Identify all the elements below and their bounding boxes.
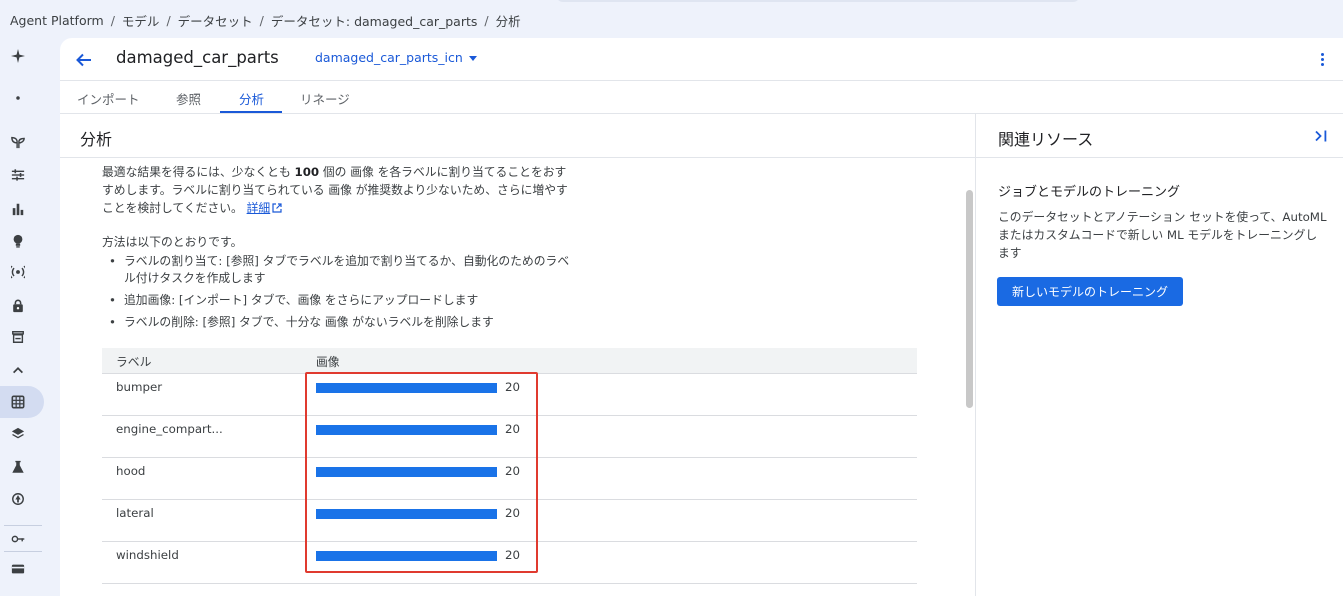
tune-icon[interactable]: [8, 165, 28, 185]
dataset-card: damaged_car_parts damaged_car_parts_icn …: [60, 38, 1343, 596]
table-row: windshield 20: [102, 542, 917, 584]
divider: [60, 157, 975, 158]
annotation-set-value: damaged_car_parts_icn: [315, 50, 463, 65]
breadcrumb-datasets[interactable]: データセット: [178, 11, 253, 30]
card-header: damaged_car_parts damaged_car_parts_icn: [60, 38, 1343, 81]
analysis-intro: 最適な結果を得るには、少なくとも 100 個の 画像 を各ラベルに割り当てること…: [102, 163, 572, 217]
method-item: 追加画像: [インポート] タブで、画像 をさらにアップロードします: [102, 292, 572, 309]
intro-text-1: 最適な結果を得るには、少なくとも: [102, 165, 295, 179]
row-count: 20: [505, 506, 521, 520]
training-description: このデータセットとアノテーション セットを使って、AutoML またはカスタムコ…: [998, 210, 1327, 260]
deploy-icon[interactable]: [8, 489, 28, 509]
learn-more-label: 詳細: [246, 201, 271, 215]
key-icon[interactable]: [8, 529, 28, 549]
count-bar: [316, 509, 497, 519]
row-count: 20: [505, 422, 521, 436]
lightbulb-icon[interactable]: [8, 231, 28, 251]
back-arrow-icon[interactable]: [74, 50, 94, 70]
bar-chart-icon[interactable]: [8, 199, 28, 219]
row-label: engine_compart...: [116, 422, 223, 436]
row-label: bumper: [116, 380, 163, 394]
table-header: ラベル 画像: [102, 348, 917, 374]
table-row: hood 20: [102, 458, 917, 500]
methods-lead: 方法は以下のとおりです。: [102, 235, 243, 249]
dataset-icon[interactable]: [8, 392, 28, 412]
breadcrumb-current: 分析: [495, 13, 521, 29]
left-nav-rail: [0, 40, 44, 596]
storefront-icon[interactable]: [8, 327, 28, 347]
top-search-bar[interactable]: [556, 0, 1080, 2]
breadcrumb-separator: /: [110, 12, 115, 28]
scrollbar[interactable]: [966, 190, 973, 408]
learn-more-link[interactable]: 詳細: [247, 201, 283, 215]
label-stats-table: ラベル 画像 bumper 20 engine_compart... 20 ho…: [102, 348, 917, 584]
tab-bar: インポート 参照 分析 リネージ: [60, 81, 1343, 114]
broadcast-icon[interactable]: [8, 262, 28, 282]
sprout-icon[interactable]: [8, 132, 28, 152]
row-label: hood: [116, 464, 146, 478]
tab-browse[interactable]: 参照: [176, 89, 201, 108]
row-count: 20: [505, 380, 521, 394]
table-row: lateral 20: [102, 500, 917, 542]
breadcrumb-models[interactable]: モデル: [122, 11, 160, 30]
tab-lineage[interactable]: リネージ: [300, 89, 350, 108]
table-row: engine_compart... 20: [102, 416, 917, 458]
column-header-images: 画像: [316, 355, 340, 369]
training-subtitle: ジョブとモデルのトレーニング: [998, 185, 1181, 200]
method-item: ラベルの削除: [参照] タブで、十分な 画像 がないラベルを削除します: [102, 314, 572, 331]
row-count: 20: [505, 548, 521, 562]
breadcrumb-separator: /: [259, 12, 264, 28]
count-bar: [316, 425, 497, 435]
table-row: bumper 20: [102, 374, 917, 416]
train-new-model-button[interactable]: 新しいモデルのトレーニング: [997, 277, 1183, 306]
card-icon[interactable]: [8, 559, 28, 579]
related-resources-title: 関連リソース: [998, 130, 1094, 149]
count-bar: [316, 467, 497, 477]
column-header-label: ラベル: [116, 355, 152, 369]
row-label: lateral: [116, 506, 154, 520]
analysis-title: 分析: [80, 130, 113, 149]
lock-icon[interactable]: [8, 296, 28, 316]
tab-import[interactable]: インポート: [77, 89, 140, 108]
open-in-new-icon: [272, 203, 282, 213]
row-label: windshield: [116, 548, 179, 562]
method-item: ラベルの割り当て: [参照] タブでラベルを追加で割り当てるか、自動化のためのラ…: [102, 253, 572, 287]
active-tab-indicator: [220, 111, 282, 113]
annotation-set-select[interactable]: damaged_car_parts_icn: [315, 50, 477, 65]
flask-icon[interactable]: [8, 457, 28, 477]
more-vert-icon[interactable]: [1317, 51, 1327, 67]
count-bar: [316, 551, 497, 561]
panel-divider: [975, 114, 976, 596]
tab-analyze[interactable]: 分析: [239, 89, 264, 108]
breadcrumb: Agent Platform / モデル / データセット / データセット: …: [10, 11, 521, 29]
breadcrumb-separator: /: [166, 12, 171, 28]
dot-icon[interactable]: [8, 88, 28, 108]
chevron-up-icon[interactable]: [8, 360, 28, 380]
collapse-panel-icon[interactable]: [1313, 128, 1329, 144]
rail-divider: [4, 551, 42, 552]
breadcrumb-separator: /: [484, 12, 489, 28]
breadcrumb-agent-platform[interactable]: Agent Platform: [10, 13, 104, 28]
page-title: damaged_car_parts: [116, 48, 279, 67]
sparkle-icon[interactable]: [8, 46, 28, 66]
layers-icon[interactable]: [8, 424, 28, 444]
breadcrumb-dataset[interactable]: データセット: damaged_car_parts: [271, 11, 478, 30]
caret-down-icon: [468, 56, 477, 61]
divider: [976, 157, 1343, 158]
methods-list: ラベルの割り当て: [参照] タブでラベルを追加で割り当てるか、自動化のためのラ…: [102, 253, 572, 336]
row-count: 20: [505, 464, 521, 478]
intro-count: 100: [294, 165, 320, 179]
count-bar: [316, 383, 497, 393]
rail-divider: [4, 525, 42, 526]
